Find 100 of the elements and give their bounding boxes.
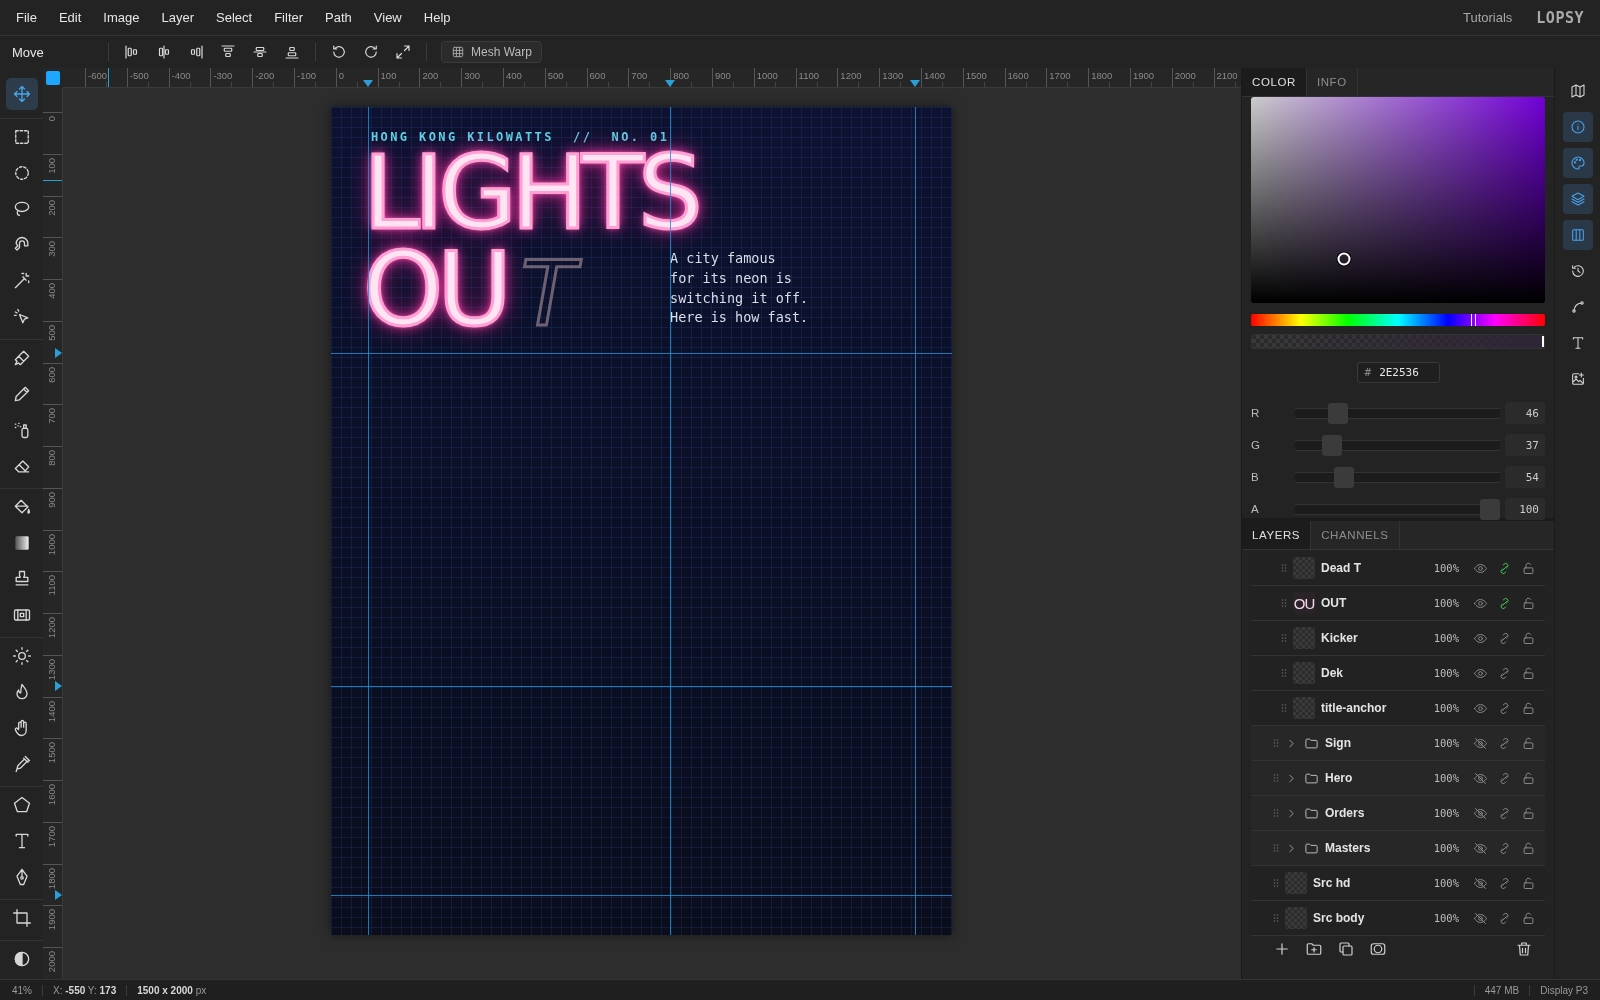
drag-handle-icon[interactable]	[1273, 808, 1279, 818]
guide-line[interactable]	[331, 685, 952, 687]
channel-slider[interactable]	[1295, 498, 1500, 520]
menu-item[interactable]: View	[362, 6, 413, 29]
menu-item[interactable]: Path	[314, 6, 363, 29]
panel-tab[interactable]: CHANNELS	[1311, 521, 1400, 549]
tutorials-link[interactable]: Tutorials	[1462, 10, 1513, 25]
menu-item[interactable]: Image	[92, 6, 151, 29]
hue-slider[interactable]	[1251, 314, 1545, 326]
link-icon[interactable]	[1497, 805, 1512, 821]
drag-handle-icon[interactable]	[1273, 913, 1279, 923]
link-icon[interactable]	[1497, 700, 1512, 716]
link-icon[interactable]	[1497, 665, 1512, 681]
layer-thumbnail: OU	[1293, 592, 1315, 614]
eye-off-icon[interactable]	[1473, 735, 1488, 751]
mask-icon[interactable]	[1369, 940, 1387, 958]
new-folder-icon[interactable]	[1305, 940, 1323, 958]
guide-line[interactable]	[914, 107, 916, 935]
add-icon[interactable]	[1273, 940, 1291, 958]
unlock-icon[interactable]	[1521, 735, 1536, 751]
slider-thumb[interactable]	[1480, 498, 1500, 520]
alpha-slider[interactable]	[1251, 334, 1545, 349]
unlock-icon[interactable]	[1521, 875, 1536, 891]
menu-item[interactable]: Select	[205, 6, 264, 29]
guide-line[interactable]	[331, 352, 952, 354]
rotate-right-icon[interactable]	[362, 43, 380, 61]
eye-off-icon[interactable]	[1473, 770, 1488, 786]
layer-group-row[interactable]: Orders 100%	[1251, 796, 1545, 831]
slider-thumb[interactable]	[1333, 466, 1354, 488]
eye-off-icon[interactable]	[1473, 840, 1488, 856]
columns-icon[interactable]	[1562, 220, 1593, 250]
unlock-icon[interactable]	[1521, 700, 1536, 716]
link-icon[interactable]	[1497, 770, 1512, 786]
ruler-label: 100	[380, 71, 397, 81]
hue-thumb[interactable]	[1470, 314, 1476, 326]
info-icon[interactable]	[1562, 112, 1593, 142]
channel-value-field[interactable]: 46	[1505, 402, 1545, 424]
unlock-icon[interactable]	[1521, 630, 1536, 646]
eye-off-icon[interactable]	[1473, 805, 1488, 821]
link-icon[interactable]	[1497, 560, 1512, 576]
drag-handle-icon[interactable]	[1281, 703, 1287, 713]
drag-handle-icon[interactable]	[1273, 738, 1279, 748]
ruler-label: 1100	[798, 71, 819, 81]
color-field[interactable]	[1251, 97, 1545, 303]
menu-item[interactable]: Edit	[47, 6, 93, 29]
drag-handle-icon[interactable]	[1281, 598, 1287, 608]
expand-icon[interactable]	[394, 43, 412, 61]
eye-off-icon[interactable]	[1473, 910, 1488, 926]
mesh-warp-button[interactable]: Mesh Warp	[441, 41, 542, 63]
link-icon[interactable]	[1497, 630, 1512, 646]
drag-handle-icon[interactable]	[1273, 843, 1279, 853]
layer-group-row[interactable]: Hero 100%	[1251, 761, 1545, 796]
move-icon[interactable]	[5, 78, 38, 110]
layer-group-row[interactable]: Masters 100%	[1251, 831, 1545, 866]
menu-item[interactable]: Filter	[263, 6, 315, 29]
slider-thumb[interactable]	[1328, 402, 1349, 424]
layer-group-row[interactable]: Sign 100%	[1251, 726, 1545, 761]
picker-handle[interactable]	[1337, 252, 1351, 266]
slider-thumb[interactable]	[1321, 434, 1342, 456]
panel-tab[interactable]: INFO	[1306, 68, 1358, 96]
guide-line[interactable]	[331, 895, 952, 897]
layers-icon[interactable]	[1562, 184, 1593, 214]
guide-line[interactable]	[368, 107, 370, 935]
guide-line[interactable]	[670, 107, 672, 935]
ruler-label: 300	[47, 241, 57, 258]
link-icon[interactable]	[1497, 910, 1512, 926]
channel-value-field[interactable]: 54	[1505, 466, 1545, 488]
panel-tab[interactable]: COLOR	[1242, 68, 1307, 96]
unlock-icon[interactable]	[1521, 595, 1536, 611]
duplicate-icon[interactable]	[1337, 940, 1355, 958]
layer-name: Kicker	[1321, 631, 1359, 645]
color-swatch[interactable]	[46, 71, 60, 85]
menu-item[interactable]: Layer	[150, 6, 206, 29]
link-icon[interactable]	[1497, 840, 1512, 856]
delete-icon[interactable]	[1515, 940, 1533, 958]
unlock-icon[interactable]	[1521, 910, 1536, 926]
unlock-icon[interactable]	[1521, 840, 1536, 856]
unlock-icon[interactable]	[1521, 665, 1536, 681]
channel-value-field[interactable]: 37	[1505, 434, 1545, 456]
drag-handle-icon[interactable]	[1281, 633, 1287, 643]
menu-item[interactable]: Help	[412, 6, 462, 29]
link-icon[interactable]	[1497, 735, 1512, 751]
panel-tab[interactable]: LAYERS	[1242, 521, 1312, 549]
unlock-icon[interactable]	[1521, 560, 1536, 576]
eye-off-icon[interactable]	[1473, 875, 1488, 891]
drag-handle-icon[interactable]	[1281, 563, 1287, 573]
hex-input[interactable]: # 2E2536	[1356, 362, 1440, 383]
unlock-icon[interactable]	[1521, 770, 1536, 786]
link-icon[interactable]	[1497, 875, 1512, 891]
channel-value-field[interactable]: 100	[1505, 498, 1545, 520]
rotate-left-icon[interactable]	[330, 43, 348, 61]
ruler-label: 1500	[47, 742, 57, 764]
drag-handle-icon[interactable]	[1281, 668, 1287, 678]
unlock-icon[interactable]	[1521, 805, 1536, 821]
ruler-label: 800	[673, 71, 689, 81]
link-icon[interactable]	[1497, 595, 1512, 611]
menu-item[interactable]: File	[16, 6, 48, 29]
drag-handle-icon[interactable]	[1273, 878, 1279, 888]
drag-handle-icon[interactable]	[1273, 773, 1279, 783]
palette-icon[interactable]	[1562, 148, 1593, 178]
